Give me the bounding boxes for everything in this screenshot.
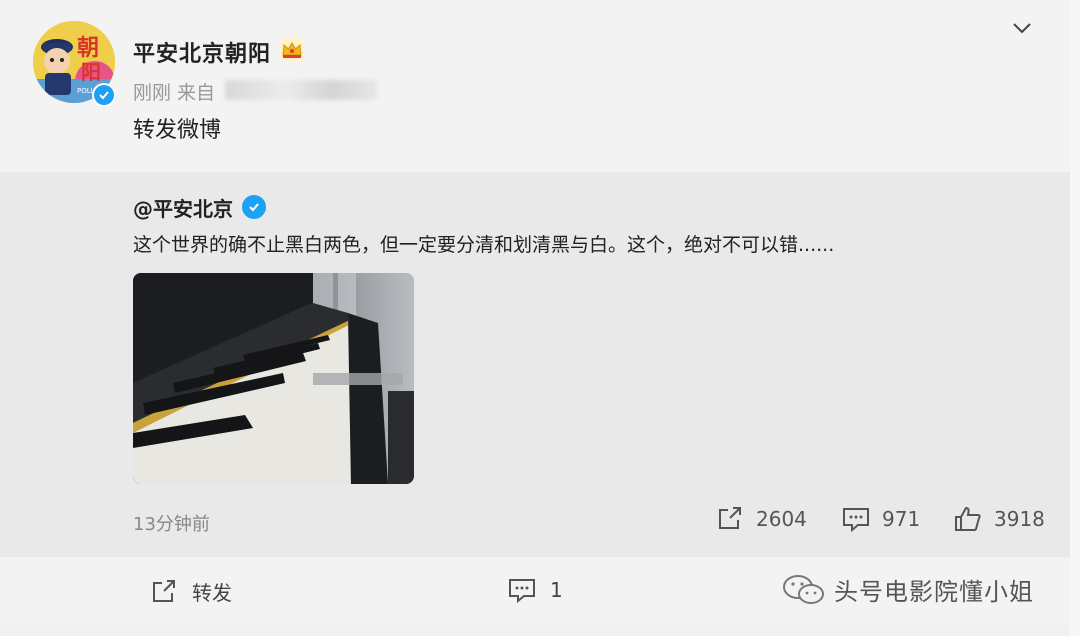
wechat-icon [783,574,824,604]
repost-count: 2604 [756,507,807,531]
watermark: 头号电影院懂小姐 [782,572,1034,607]
like-count: 3918 [994,507,1045,531]
avatar-char-2: 阳 [81,60,101,84]
post-body: 转发微博 [133,118,222,143]
comment-count: 971 [882,507,921,531]
crown-icon [280,38,304,62]
verified-check-icon [99,91,109,100]
comment-icon [843,508,869,532]
original-author-name[interactable]: @平安北京 [133,193,233,222]
comment-stat[interactable]: 971 [842,506,920,532]
post-image-piano[interactable] [133,273,414,484]
weibo-post-card: 朝 阳 POLICE 平安北京朝阳 刚刚 来自 转发微博 @平安北京 这个世界的… [0,0,1070,636]
blurred-source [225,80,377,100]
repost-button[interactable]: 转发 [150,577,232,606]
share-icon [719,507,741,529]
share-icon [153,579,175,602]
page-edge [1070,0,1080,636]
thumbs-up-icon [955,506,981,531]
avatar-char-1: 朝 [77,35,99,61]
original-post-text: 这个世界的确不止黑白两色，但一定要分清和划清黑与白。这个，绝对不可以错.....… [133,234,835,256]
author-name[interactable]: 平安北京朝阳 [133,36,271,68]
repost-button-label: 转发 [192,581,232,605]
watermark-text: 头号电影院懂小姐 [834,578,1034,606]
comment-button[interactable]: 1 [508,577,563,603]
post-meta: 刚刚 来自 [133,82,216,104]
repost-stat[interactable]: 2604 [716,506,807,532]
like-stat[interactable]: 3918 [954,506,1045,532]
original-verified-badge [242,195,266,219]
chevron-down-icon[interactable] [1010,18,1034,38]
original-post-time: 13分钟前 [133,514,210,535]
verified-check-icon [249,203,259,212]
verified-badge [92,83,116,107]
comment-button-count: 1 [550,578,563,602]
comment-icon [509,579,535,603]
